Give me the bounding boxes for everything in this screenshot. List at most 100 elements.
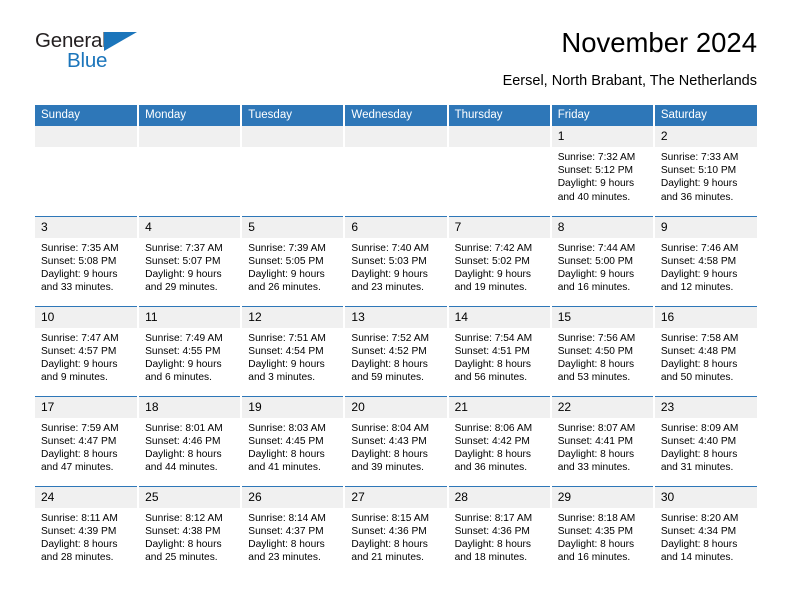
day-number xyxy=(139,126,241,147)
day-number: 18 xyxy=(139,396,241,418)
day-number: 17 xyxy=(35,396,138,418)
calendar-day-cell[interactable]: 1 Sunrise: 7:32 AM Sunset: 5:12 PM Daylight… xyxy=(550,126,655,216)
calendar-day-cell[interactable]: 5 Sunrise: 7:39 AM Sunset: 5:05 PM Daylight… xyxy=(241,215,346,306)
day-detail-line: and 33 minutes. xyxy=(557,462,631,474)
calendar-day-cell[interactable]: 26 Sunrise: 8:14 AM Sunset: 4:37 PM Dayligh… xyxy=(241,485,346,576)
day-details: Sunrise: 8:11 AM Sunset: 4:39 PM Daylight:… xyxy=(35,508,137,565)
calendar-day-cell[interactable]: 20 Sunrise: 8:04 AM Sunset: 4:43 PM Dayligh… xyxy=(344,395,449,486)
calendar-day-cell[interactable]: 29 Sunrise: 8:18 AM Sunset: 4:35 PM Dayligh… xyxy=(550,485,655,576)
day-detail-line: and 14 minutes. xyxy=(660,552,734,564)
day-detail-line: Sunset: 5:12 PM xyxy=(557,165,634,177)
calendar-day-cell[interactable]: 12 Sunrise: 7:51 AM Sunset: 4:54 PM Dayligh… xyxy=(241,305,346,396)
day-detail-line: Daylight: 8 hours xyxy=(248,538,325,550)
calendar-day-cell[interactable]: 7 Sunrise: 7:42 AM Sunset: 5:02 PM Daylight… xyxy=(447,215,552,306)
day-details xyxy=(35,147,137,151)
day-details: Sunrise: 7:56 AM Sunset: 4:50 PM Daylight:… xyxy=(552,328,653,385)
logo-word-general: General xyxy=(35,29,107,52)
day-detail-line: Sunset: 5:03 PM xyxy=(351,255,427,267)
day-detail-line: Sunrise: 8:17 AM xyxy=(454,512,533,524)
calendar-day-cell[interactable]: 8 Sunrise: 7:44 AM Sunset: 5:00 PM Daylight… xyxy=(550,215,655,306)
day-detail-line: Sunrise: 7:44 AM xyxy=(557,242,636,254)
day-details: Sunrise: 8:06 AM Sunset: 4:42 PM Daylight:… xyxy=(449,418,550,475)
calendar-day-cell[interactable]: 17 Sunrise: 7:59 AM Sunset: 4:47 PM Dayligh… xyxy=(35,395,140,486)
calendar-day-cell[interactable]: 18 Sunrise: 8:01 AM Sunset: 4:46 PM Dayligh… xyxy=(138,395,243,486)
day-detail-line: and 56 minutes. xyxy=(454,372,528,384)
day-detail-line: Daylight: 8 hours xyxy=(454,538,532,550)
day-detail-line: Daylight: 9 hours xyxy=(351,268,428,280)
calendar-day-cell[interactable]: 28 Sunrise: 8:17 AM Sunset: 4:36 PM Dayligh… xyxy=(447,485,552,576)
calendar-day-cell[interactable]: 23 Sunrise: 8:09 AM Sunset: 4:40 PM Dayligh… xyxy=(653,395,757,486)
calendar-day-cell[interactable]: 2 Sunrise: 7:33 AM Sunset: 5:10 PM Daylight… xyxy=(654,126,757,216)
calendar-day-cell[interactable]: 22 Sunrise: 8:07 AM Sunset: 4:41 PM Dayligh… xyxy=(550,395,655,486)
day-detail-line: Sunrise: 8:12 AM xyxy=(145,512,223,524)
day-detail-line: and 41 minutes. xyxy=(248,462,321,474)
day-number: 9 xyxy=(654,216,757,238)
day-detail-line: Daylight: 8 hours xyxy=(248,448,325,460)
day-number: 24 xyxy=(35,486,138,508)
day-details: Sunrise: 7:49 AM Sunset: 4:55 PM Daylight:… xyxy=(139,328,240,385)
day-detail-line: and 18 minutes. xyxy=(454,552,528,564)
day-detail-line: Sunset: 4:45 PM xyxy=(248,435,324,447)
day-detail-line: Daylight: 8 hours xyxy=(454,358,532,370)
day-details: Sunrise: 8:07 AM Sunset: 4:41 PM Daylight:… xyxy=(552,418,653,475)
day-detail-line: Sunrise: 7:51 AM xyxy=(248,332,326,344)
calendar-day-cell-empty xyxy=(35,126,140,216)
calendar-day-cell[interactable]: 16 Sunrise: 7:58 AM Sunset: 4:48 PM Dayligh… xyxy=(653,305,757,396)
day-detail-line: and 19 minutes. xyxy=(454,282,528,294)
day-detail-line: Sunrise: 7:56 AM xyxy=(557,332,636,344)
day-details: Sunrise: 7:46 AM Sunset: 4:58 PM Daylight:… xyxy=(655,238,757,295)
calendar-day-cell-empty xyxy=(241,126,346,216)
day-detail-line: and 33 minutes. xyxy=(41,282,114,294)
day-detail-line: Sunrise: 8:09 AM xyxy=(660,422,739,434)
calendar-day-cell[interactable]: 10 Sunrise: 7:47 AM Sunset: 4:57 PM Dayligh… xyxy=(35,305,140,396)
day-detail-line: Sunset: 5:05 PM xyxy=(248,255,324,267)
calendar-day-cell[interactable]: 4 Sunrise: 7:37 AM Sunset: 5:07 PM Daylight… xyxy=(138,215,243,306)
day-details xyxy=(345,147,446,151)
calendar-day-cell[interactable]: 3 Sunrise: 7:35 AM Sunset: 5:08 PM Daylight… xyxy=(35,215,140,306)
day-detail-line: Daylight: 9 hours xyxy=(660,178,738,190)
calendar-day-cell[interactable]: 21 Sunrise: 8:06 AM Sunset: 4:42 PM Dayligh… xyxy=(447,395,552,486)
day-details: Sunrise: 7:33 AM Sunset: 5:10 PM Daylight:… xyxy=(655,147,757,204)
day-number: 3 xyxy=(35,216,138,238)
day-detail-line: Sunset: 4:46 PM xyxy=(145,435,221,447)
day-detail-line: Sunrise: 8:01 AM xyxy=(145,422,223,434)
day-detail-line: and 59 minutes. xyxy=(351,372,424,384)
day-detail-line: Sunset: 4:36 PM xyxy=(454,525,530,537)
calendar-day-cell[interactable]: 15 Sunrise: 7:56 AM Sunset: 4:50 PM Dayligh… xyxy=(550,305,655,396)
day-detail-line: Daylight: 8 hours xyxy=(454,448,532,460)
day-details: Sunrise: 8:14 AM Sunset: 4:37 PM Daylight:… xyxy=(242,508,343,565)
day-detail-line: Daylight: 8 hours xyxy=(41,538,118,550)
day-number xyxy=(242,126,344,147)
calendar-day-cell-empty xyxy=(447,126,552,216)
day-detail-line: Sunrise: 7:49 AM xyxy=(145,332,223,344)
day-detail-line: and 3 minutes. xyxy=(248,372,316,384)
day-details: Sunrise: 7:47 AM Sunset: 4:57 PM Daylight:… xyxy=(35,328,137,385)
calendar-day-cell[interactable]: 13 Sunrise: 7:52 AM Sunset: 4:52 PM Dayligh… xyxy=(344,305,449,396)
day-number: 2 xyxy=(654,126,757,147)
day-details xyxy=(242,147,343,151)
day-detail-line: and 21 minutes. xyxy=(351,552,424,564)
day-detail-line: and 12 minutes. xyxy=(660,282,734,294)
day-detail-line: Sunset: 4:39 PM xyxy=(41,525,117,537)
day-detail-line: and 44 minutes. xyxy=(145,462,218,474)
calendar-day-cell[interactable]: 30 Sunrise: 8:20 AM Sunset: 4:34 PM Dayligh… xyxy=(653,485,757,576)
day-number xyxy=(345,126,447,147)
day-details: Sunrise: 7:32 AM Sunset: 5:12 PM Daylight:… xyxy=(552,147,653,204)
day-detail-line: and 39 minutes. xyxy=(351,462,424,474)
calendar-week-row: 10 Sunrise: 7:47 AM Sunset: 4:57 PM Dayligh… xyxy=(35,305,757,396)
day-details xyxy=(449,147,550,151)
page-header: General Blue November 2024 Eersel, North… xyxy=(0,26,792,98)
day-number: 19 xyxy=(242,396,344,418)
day-detail-line: Daylight: 9 hours xyxy=(41,268,118,280)
weekday-header-monday: Monday xyxy=(138,105,243,126)
logo-text-general: General xyxy=(35,30,185,52)
calendar-day-cell[interactable]: 25 Sunrise: 8:12 AM Sunset: 4:38 PM Dayligh… xyxy=(138,485,243,576)
calendar-day-cell[interactable]: 19 Sunrise: 8:03 AM Sunset: 4:45 PM Dayligh… xyxy=(241,395,346,486)
calendar-day-cell[interactable]: 27 Sunrise: 8:15 AM Sunset: 4:36 PM Dayligh… xyxy=(344,485,449,576)
calendar-day-cell[interactable]: 11 Sunrise: 7:49 AM Sunset: 4:55 PM Dayligh… xyxy=(138,305,243,396)
calendar-day-cell[interactable]: 9 Sunrise: 7:46 AM Sunset: 4:58 PM Daylight… xyxy=(653,215,757,306)
calendar-day-cell[interactable]: 6 Sunrise: 7:40 AM Sunset: 5:03 PM Daylight… xyxy=(344,215,449,306)
day-detail-line: Sunrise: 8:14 AM xyxy=(248,512,326,524)
calendar-day-cell[interactable]: 24 Sunrise: 8:11 AM Sunset: 4:39 PM Dayligh… xyxy=(35,485,140,576)
calendar-day-cell[interactable]: 14 Sunrise: 7:54 AM Sunset: 4:51 PM Dayligh… xyxy=(447,305,552,396)
